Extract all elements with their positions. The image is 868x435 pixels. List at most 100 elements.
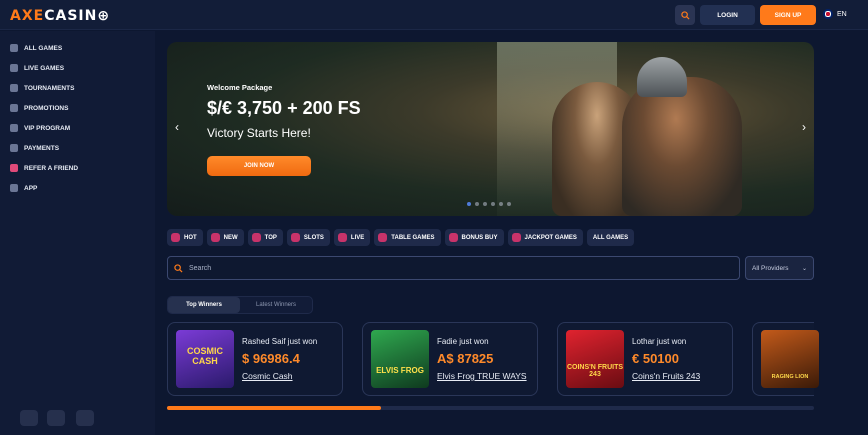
banner-pagination	[467, 202, 511, 206]
filter-label: HOT	[184, 234, 197, 241]
winner-amount: $ 96986.4	[242, 351, 300, 366]
filter-top[interactable]: TOP	[247, 229, 283, 246]
live-icon	[337, 233, 347, 242]
sidebar-item-all-games[interactable]: ALL GAMES	[10, 41, 62, 55]
search-icon	[174, 263, 183, 273]
sidebar-item-tournaments[interactable]: TOURNAMENTS	[10, 81, 74, 95]
winner-game-link[interactable]: Cosmic Cash	[242, 371, 293, 381]
filter-jackpot-games[interactable]: JACKPOT GAMES	[507, 229, 583, 246]
sidebar-item-payments[interactable]: PAYMENTS	[10, 141, 59, 155]
banner-next-arrow-icon[interactable]: ›	[802, 120, 806, 134]
filter-label: ALL GAMES	[592, 234, 629, 241]
filter-table-games[interactable]: TABLE GAMES	[374, 229, 441, 246]
filter-label: NEW	[223, 234, 238, 241]
signup-button[interactable]: SIGN UP	[760, 5, 816, 25]
megaphone-icon	[10, 104, 18, 112]
game-thumbnail[interactable]: COSMIC CASH	[176, 330, 234, 388]
jackpot-icon	[511, 233, 521, 242]
winner-amount: € 50100	[632, 351, 679, 366]
providers-dropdown[interactable]: All Providers ⌄	[745, 256, 814, 280]
top-bar: AXECASIN⊕ LOGIN SIGN UP EN	[0, 0, 868, 30]
header-search-button[interactable]	[675, 5, 695, 25]
logo-text-casino: CASIN⊕	[44, 8, 111, 24]
sidebar: ALL GAMES LIVE GAMES TOURNAMENTS PROMOTI…	[0, 31, 155, 435]
telegram-icon[interactable]	[47, 410, 65, 426]
winner-game-link[interactable]: Coins'n Fruits 243	[632, 371, 700, 381]
banner-dot[interactable]	[467, 202, 471, 206]
join-now-button[interactable]: JOIN NOW	[207, 156, 311, 176]
game-thumbnail[interactable]: ELVIS FROG	[371, 330, 429, 388]
banner-amount: $/€ 3,750 + 200 FS	[207, 98, 361, 118]
game-search-input[interactable]: Search	[167, 256, 740, 280]
search-placeholder: Search	[189, 264, 212, 272]
category-filters: HOT NEW TOP SLOTS LIVE TABLE GAMES BONUS…	[167, 229, 635, 246]
filter-slots[interactable]: SLOTS	[286, 229, 330, 246]
login-button[interactable]: LOGIN	[700, 5, 755, 25]
tab-top-winners[interactable]: Top Winners	[168, 297, 240, 313]
filter-new[interactable]: NEW	[206, 229, 244, 246]
filter-label: BONUS BUY	[461, 234, 498, 241]
banner-tagline: Victory Starts Here!	[207, 126, 311, 140]
cards-icon	[378, 233, 388, 242]
thumbnail-logo-text: RAGING LION	[771, 374, 809, 380]
uk-flag-icon	[823, 9, 833, 19]
logo[interactable]: AXECASIN⊕	[10, 8, 110, 24]
winner-card[interactable]: RAGING LION	[752, 322, 819, 396]
winner-card[interactable]: ELVIS FROG Fadie just won A$ 87825 Elvis…	[362, 322, 538, 396]
providers-label: All Providers	[752, 264, 789, 272]
sidebar-item-live-games[interactable]: LIVE GAMES	[10, 61, 64, 75]
tab-latest-winners[interactable]: Latest Winners	[240, 297, 312, 313]
sidebar-item-vip-program[interactable]: VIP PROGRAM	[10, 121, 70, 135]
winner-card[interactable]: COINS'N FRUITS 243 Lothar just won € 501…	[557, 322, 733, 396]
filter-hot[interactable]: HOT	[167, 229, 203, 246]
friends-icon	[10, 164, 18, 172]
winner-amount: A$ 87825	[437, 351, 494, 366]
trophy-icon	[10, 84, 18, 92]
winner-name: Lothar just won	[632, 337, 687, 346]
banner-viking-image	[622, 77, 742, 216]
filter-live[interactable]: LIVE	[333, 229, 371, 246]
sidebar-item-label: LIVE GAMES	[24, 64, 65, 72]
star-icon	[251, 233, 261, 242]
banner-dot[interactable]	[499, 202, 503, 206]
banner-dot[interactable]	[491, 202, 495, 206]
filter-label: TOP	[264, 234, 277, 241]
filter-bonus-buy[interactable]: BONUS BUY	[444, 229, 504, 246]
slot-icon	[290, 233, 300, 242]
sidebar-item-label: APP	[24, 184, 38, 192]
wallet-icon	[10, 144, 18, 152]
bonus-icon	[448, 233, 458, 242]
sidebar-item-refer-a-friend[interactable]: REFER A FRIEND	[10, 161, 78, 175]
banner-dot[interactable]	[475, 202, 479, 206]
sidebar-item-app[interactable]: APP	[10, 181, 37, 195]
apps-icon	[10, 184, 18, 192]
sidebar-item-label: PAYMENTS	[24, 144, 60, 152]
game-thumbnail[interactable]: RAGING LION	[761, 330, 819, 388]
sidebar-item-label: ALL GAMES	[24, 44, 63, 52]
sidebar-item-promotions[interactable]: PROMOTIONS	[10, 101, 68, 115]
thumbnail-logo-text: ELVIS FROG	[376, 366, 424, 375]
banner-prev-arrow-icon[interactable]: ‹	[175, 120, 179, 134]
game-thumbnail[interactable]: COINS'N FRUITS 243	[566, 330, 624, 388]
crown-icon	[10, 124, 18, 132]
banner-dot[interactable]	[507, 202, 511, 206]
winner-card[interactable]: COSMIC CASH Rashed Saif just won $ 96986…	[167, 322, 343, 396]
filter-all-games[interactable]: ALL GAMES	[586, 229, 635, 246]
language-label: EN	[837, 10, 847, 18]
winner-game-link[interactable]: Elvis Frog TRUE WAYS	[437, 371, 527, 381]
instagram-icon[interactable]	[76, 410, 94, 426]
language-selector[interactable]: EN	[823, 9, 847, 19]
chevron-down-icon: ⌄	[801, 265, 807, 272]
winner-name: Fadie just won	[437, 337, 489, 346]
banner-dot[interactable]	[483, 202, 487, 206]
live-icon	[10, 64, 18, 72]
thumbnail-logo-text: COINS'N FRUITS 243	[566, 364, 624, 378]
thumbnail-logo-text: COSMIC CASH	[187, 346, 223, 366]
promo-banner[interactable]: Welcome Package $/€ 3,750 + 200 FS Victo…	[167, 42, 814, 216]
new-icon	[210, 233, 220, 242]
grid-icon	[10, 44, 18, 52]
discord-icon[interactable]	[20, 410, 38, 426]
winners-tabs: Top Winners Latest Winners	[167, 296, 313, 314]
filter-label: JACKPOT GAMES	[524, 234, 577, 241]
banner-helmet-image	[637, 57, 687, 97]
